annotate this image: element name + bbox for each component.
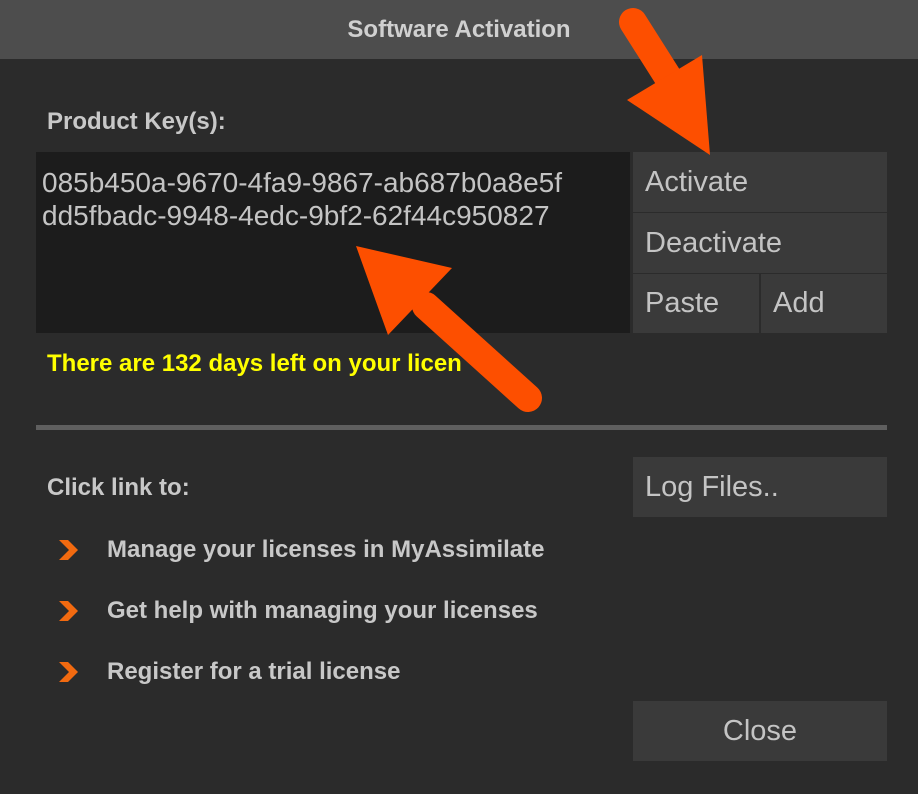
chevron-right-icon	[56, 538, 80, 562]
chevron-right-icon	[56, 599, 80, 623]
link-register-trial[interactable]: Register for a trial license	[56, 658, 400, 686]
link-label: Get help with managing your licenses	[107, 597, 538, 624]
log-files-button[interactable]: Log Files..	[633, 457, 887, 517]
title-bar: Software Activation	[0, 0, 918, 59]
product-keys-field[interactable]: 085b450a-9670-4fa9-9867-ab687b0a8e5f dd5…	[36, 152, 630, 333]
activate-button[interactable]: Activate	[633, 152, 887, 212]
product-keys-label: Product Key(s):	[47, 108, 226, 135]
product-key-line: dd5fbadc-9948-4edc-9bf2-62f44c950827	[42, 200, 550, 231]
license-status-message: There are 132 days left on your licen	[47, 350, 462, 377]
click-link-label: Click link to:	[47, 474, 190, 501]
paste-button[interactable]: Paste	[633, 274, 759, 333]
add-button[interactable]: Add	[761, 274, 887, 333]
link-label: Register for a trial license	[107, 658, 401, 685]
link-get-help[interactable]: Get help with managing your licenses	[56, 597, 538, 625]
link-manage-licenses[interactable]: Manage your licenses in MyAssimilate	[56, 536, 545, 564]
window-title: Software Activation	[347, 15, 571, 43]
chevron-right-icon	[56, 660, 80, 684]
divider	[36, 425, 887, 430]
close-button[interactable]: Close	[633, 701, 887, 761]
product-key-line: 085b450a-9670-4fa9-9867-ab687b0a8e5f	[42, 167, 563, 198]
link-label: Manage your licenses in MyAssimilate	[107, 536, 545, 563]
deactivate-button[interactable]: Deactivate	[633, 213, 887, 273]
